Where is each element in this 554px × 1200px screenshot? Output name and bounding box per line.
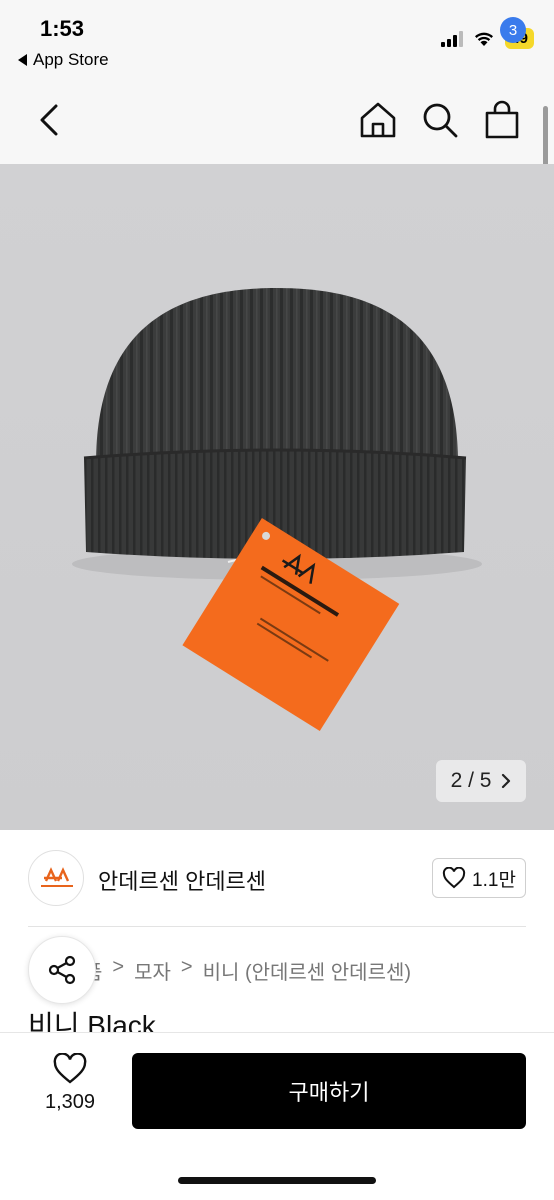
back-triangle-icon (18, 54, 27, 66)
breadcrumb-item[interactable]: 비니 (안데르센 안데르센) (203, 956, 411, 985)
status-time: 1:53 (40, 16, 85, 41)
brand-like-count: 1.1만 (472, 869, 516, 891)
status-bar: 1:53 App Store 49 (0, 0, 554, 78)
search-icon[interactable] (418, 98, 462, 142)
breadcrumb-separator: > (180, 956, 193, 978)
shopping-bag-icon[interactable] (480, 98, 524, 142)
cellular-signal-icon (441, 30, 464, 47)
image-pager[interactable]: 2 / 5 (436, 760, 526, 802)
home-icon[interactable] (356, 98, 400, 142)
brand-row[interactable]: 안데르센 안데르센 1.1만 (0, 830, 554, 930)
back-chevron-icon[interactable] (30, 96, 70, 144)
wifi-icon (475, 32, 494, 46)
breadcrumb-separator: > (112, 956, 125, 978)
bottom-action-bar: 1,309 구매하기 (0, 1032, 554, 1200)
beanie-image (72, 288, 482, 732)
chevron-right-icon (502, 773, 511, 789)
breadcrumb-item[interactable]: 모자 (134, 956, 171, 985)
divider (28, 926, 526, 927)
share-icon (48, 955, 76, 985)
home-indicator (178, 1177, 376, 1184)
back-to-app-store[interactable]: App Store (18, 50, 109, 70)
image-pager-label: 2 / 5 (450, 769, 492, 792)
brand-logo-mark (41, 867, 73, 887)
share-button[interactable] (28, 936, 96, 1004)
brand-name[interactable]: 안데르센 안데르센 (98, 864, 266, 896)
wishlist-count: 1,309 (44, 1091, 96, 1113)
product-image[interactable]: 2 / 5 (0, 164, 554, 830)
heart-icon (53, 1053, 87, 1084)
brand-like-button[interactable]: 1.1만 (432, 858, 526, 898)
scroll-indicator (543, 106, 548, 172)
back-app-label: App Store (33, 50, 109, 69)
nav-bar (0, 78, 554, 164)
heart-icon (442, 867, 466, 889)
buy-button[interactable]: 구매하기 (132, 1053, 526, 1129)
breadcrumb: 품 > 모자 > 비니 (안데르센 안데르센) (84, 956, 411, 985)
cart-count-badge: 3 (500, 17, 526, 43)
wishlist-button[interactable]: 1,309 (28, 1053, 112, 1133)
brand-logo[interactable] (28, 850, 84, 906)
